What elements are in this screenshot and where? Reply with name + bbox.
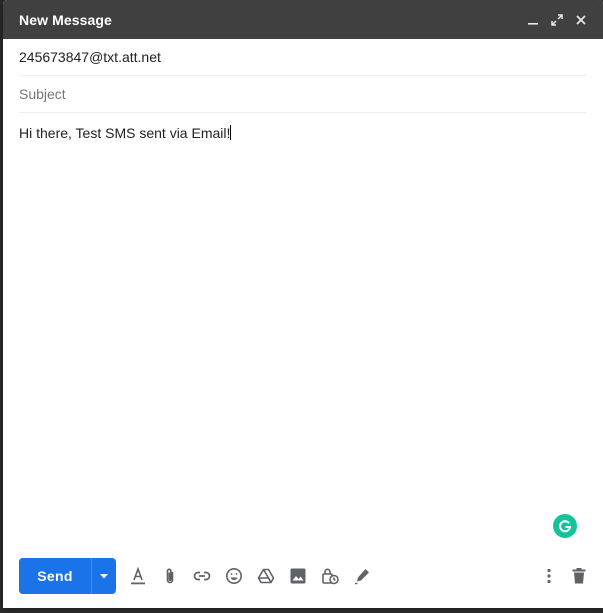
discard-icon[interactable] bbox=[569, 566, 589, 586]
link-icon[interactable] bbox=[192, 566, 212, 586]
minimize-icon[interactable] bbox=[524, 11, 542, 29]
window-controls bbox=[524, 11, 590, 29]
fullscreen-icon[interactable] bbox=[548, 11, 566, 29]
more-options-icon[interactable] bbox=[539, 566, 559, 586]
send-button-group: Send bbox=[19, 558, 116, 594]
schedule-send-dropdown[interactable] bbox=[92, 558, 116, 594]
confidential-icon[interactable] bbox=[320, 566, 340, 586]
chevron-down-icon bbox=[100, 574, 108, 579]
photo-icon[interactable] bbox=[288, 566, 308, 586]
compose-toolbar: Send bbox=[3, 558, 603, 594]
drive-icon[interactable] bbox=[256, 566, 276, 586]
send-button[interactable]: Send bbox=[19, 558, 91, 594]
formatting-tools bbox=[128, 566, 372, 586]
recipients-field[interactable] bbox=[19, 39, 587, 76]
formatting-icon[interactable] bbox=[128, 566, 148, 586]
secondary-tools bbox=[539, 566, 589, 586]
subject-input[interactable] bbox=[19, 86, 587, 102]
grammarly-icon[interactable] bbox=[553, 514, 577, 538]
to-input[interactable] bbox=[19, 49, 587, 65]
message-body-text: Hi there, Test SMS sent via Email! bbox=[19, 125, 231, 141]
compose-window: New Message Hi there, Test SMS sent via … bbox=[3, 0, 603, 608]
message-body[interactable]: Hi there, Test SMS sent via Email! bbox=[19, 125, 587, 495]
close-icon[interactable] bbox=[572, 11, 590, 29]
compose-titlebar[interactable]: New Message bbox=[3, 0, 603, 39]
attach-icon[interactable] bbox=[160, 566, 180, 586]
subject-field[interactable] bbox=[19, 76, 587, 113]
text-caret bbox=[230, 125, 232, 140]
emoji-icon[interactable] bbox=[224, 566, 244, 586]
signature-icon[interactable] bbox=[352, 566, 372, 586]
compose-title: New Message bbox=[19, 11, 112, 28]
